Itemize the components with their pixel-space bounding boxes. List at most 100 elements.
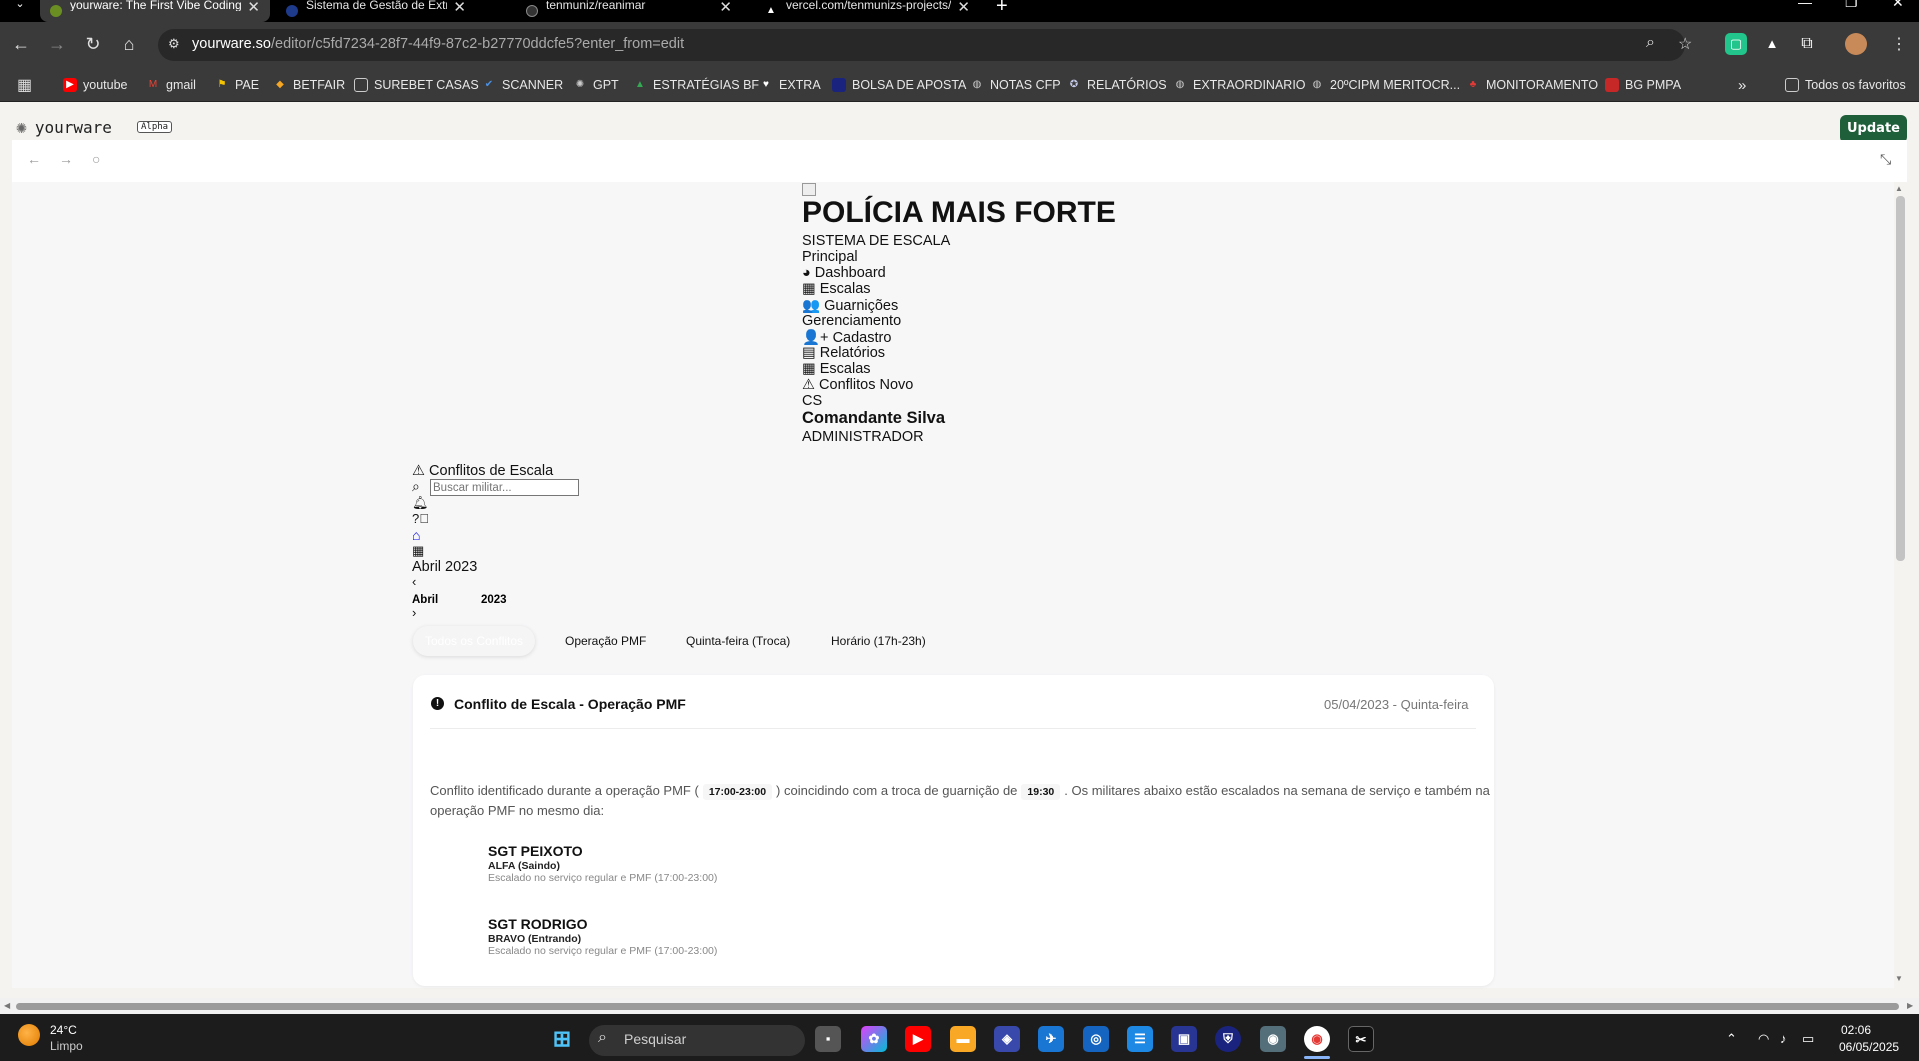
bookmark-extra[interactable]: ♥ EXTRA <box>759 74 821 96</box>
bookmark-estrategias[interactable]: ▲ ESTRATÉGIAS BF <box>633 74 759 96</box>
nav-cadastro[interactable]: 👤+ Cadastro <box>802 329 891 346</box>
weather-moon-icon[interactable] <box>18 1024 40 1046</box>
extension-triangle-icon[interactable]: ▲ <box>1761 33 1783 55</box>
battery-icon[interactable]: ▭ <box>1802 1031 1814 1047</box>
chrome-icon[interactable]: ◉ <box>1304 1026 1330 1052</box>
site-info-icon[interactable]: ⚙ <box>168 36 180 52</box>
close-window-icon[interactable]: ✕ <box>1892 0 1904 11</box>
year-select[interactable]: 2023 <box>481 594 507 606</box>
bookmark-relatorios[interactable]: ✪ RELATÓRIOS <box>1067 74 1167 96</box>
bookmark-scanner[interactable]: ✔ SCANNER <box>482 74 563 96</box>
scroll-up-icon[interactable]: ▲ <box>1895 184 1903 193</box>
wifi-icon[interactable]: ◠ <box>1758 1031 1769 1047</box>
app-notes-icon[interactable]: ☰ <box>1127 1026 1153 1052</box>
month-label: Abril 2023 <box>412 559 478 575</box>
new-tab-icon[interactable]: + <box>996 0 1008 18</box>
tab-github[interactable]: tenmuniz/reanimar ✕ <box>516 0 742 22</box>
nav-conflitos[interactable]: ⚠ Conflitos Novo <box>802 377 913 393</box>
nav-escalas-mgmt[interactable]: ▦ Escalas <box>802 361 871 377</box>
chevron-left-icon[interactable]: ‹ <box>412 574 416 589</box>
bookmark-bolsa[interactable]: BOLSA DE APOSTA <box>832 74 966 96</box>
show-hidden-icons-icon[interactable]: ⌃ <box>1726 1031 1737 1047</box>
scroll-down-icon[interactable]: ▼ <box>1895 974 1903 983</box>
close-tab-icon[interactable]: ✕ <box>247 0 260 16</box>
tab-vercel[interactable]: ▲ vercel.com/tenmunizs-projects/ ✕ <box>756 0 980 22</box>
profile-avatar[interactable] <box>1845 33 1867 55</box>
apps-grid-icon[interactable]: ▦ <box>17 74 32 96</box>
app-bird-icon[interactable]: ✈ <box>1038 1026 1064 1052</box>
bookmark-star-icon[interactable]: ☆ <box>1678 34 1692 54</box>
volume-icon[interactable]: ♪ <box>1780 1031 1787 1046</box>
app-shield-icon[interactable]: ⛨ <box>1215 1026 1241 1052</box>
bell-icon[interactable]: 🔔︎ <box>412 495 429 511</box>
nav-dashboard[interactable]: ◕ Dashboard <box>802 265 886 281</box>
more-bookmarks-icon[interactable]: » <box>1738 74 1746 96</box>
bookmark-gpt[interactable]: ✺ GPT <box>573 74 619 96</box>
scroll-right-icon[interactable]: ▶ <box>1907 1001 1913 1010</box>
close-tab-icon[interactable]: ✕ <box>453 0 466 16</box>
weather-temp[interactable]: 24°C <box>50 1023 77 1037</box>
app-map-icon[interactable]: ◉ <box>1260 1026 1286 1052</box>
weather-desc[interactable]: Limpo <box>50 1039 83 1053</box>
tab-sistema-gestao[interactable]: Sistema de Gestão de Extras | 2 ✕ <box>276 0 476 22</box>
home-icon[interactable]: ⌂ <box>116 31 142 57</box>
zoom-icon[interactable]: ⌕ <box>1646 34 1655 52</box>
tab-quinta-feira[interactable]: Quinta-feira (Troca) <box>674 626 802 656</box>
preview-back-icon[interactable]: ← <box>27 151 41 167</box>
close-tab-icon[interactable]: ✕ <box>957 0 970 16</box>
yourware-logo[interactable]: ✺ yourware <box>16 117 112 138</box>
tab-horario[interactable]: Horário (17h-23h) <box>819 626 938 656</box>
nav-relatorios[interactable]: ▤ Relatórios <box>802 345 885 361</box>
tab-search-chevron-icon[interactable]: ⌄ <box>8 0 32 14</box>
all-bookmarks[interactable]: Todos os favoritos <box>1785 74 1906 96</box>
fullscreen-icon[interactable]: ⤡ <box>1880 151 1891 168</box>
close-tab-icon[interactable]: ✕ <box>719 0 732 16</box>
bookmark-monitoramento[interactable]: ♣ MONITORAMENTO <box>1466 74 1598 96</box>
app-globe-icon[interactable]: ◎ <box>1083 1026 1109 1052</box>
tab-operacao-pmf[interactable]: Operação PMF <box>553 626 658 656</box>
search-input[interactable] <box>430 479 579 496</box>
tab-todos-conflitos[interactable]: Todos os Conflitos <box>413 626 536 656</box>
bookmark-surebet[interactable]: SUREBET CASAS <box>354 74 479 96</box>
preview-forward-icon[interactable]: → <box>59 151 73 167</box>
minimize-icon[interactable]: — <box>1798 0 1812 10</box>
app-terminal-icon[interactable]: ▣ <box>1171 1026 1197 1052</box>
file-explorer-icon[interactable]: ▬ <box>950 1026 976 1052</box>
url-text[interactable]: yourware.so/editor/c5fd7234-28f7-44f9-87… <box>192 36 684 52</box>
horizontal-scroll-thumb[interactable] <box>16 1003 1899 1010</box>
help-icon[interactable]: ?⃝ <box>412 511 429 526</box>
bookmark-betfair[interactable]: ◆ BETFAIR <box>273 74 345 96</box>
bookmark-cipm[interactable]: ◍ 20ºCIPM MERITOCR... <box>1310 74 1460 96</box>
preview-reload-icon[interactable]: ○ <box>92 151 100 167</box>
app-cube-icon[interactable]: ◈ <box>994 1026 1020 1052</box>
browser-menu-icon[interactable]: ⋮ <box>1891 34 1907 54</box>
maximize-icon[interactable]: ❐ <box>1845 0 1858 11</box>
bookmark-bgpmpa[interactable]: BG PMPA <box>1605 74 1681 96</box>
update-button[interactable]: Update <box>1840 115 1907 143</box>
youtube-app-icon[interactable]: ▶ <box>905 1026 931 1052</box>
extensions-puzzle-icon[interactable]: ⧉ <box>1796 33 1818 55</box>
nav-escalas[interactable]: ▦ Escalas <box>802 281 871 297</box>
app-capcut-icon[interactable]: ✂ <box>1348 1026 1374 1052</box>
bookmark-notas[interactable]: ◍ NOTAS CFP <box>970 74 1061 96</box>
forward-icon[interactable]: → <box>44 31 70 57</box>
clock-time[interactable]: 02:06 <box>1841 1023 1871 1037</box>
clock-date[interactable]: 06/05/2025 <box>1839 1040 1899 1054</box>
bookmark-extraordinario[interactable]: ◍ EXTRAORDINARIO <box>1173 74 1306 96</box>
windows-start-icon[interactable]: ⊞ <box>549 1026 575 1052</box>
tab-yourware[interactable]: yourware: The First Vibe Coding ✕ <box>40 0 270 22</box>
copilot-icon[interactable]: ✿ <box>861 1026 887 1052</box>
task-view-icon[interactable]: ▪ <box>815 1026 841 1052</box>
reload-icon[interactable]: ↻ <box>80 31 106 57</box>
vertical-scroll-thumb[interactable] <box>1896 196 1905 561</box>
bookmark-gmail[interactable]: Mgmail <box>146 74 196 96</box>
bookmark-pae[interactable]: ⚑ PAE <box>215 74 260 96</box>
extension-green-icon[interactable]: ▢ <box>1725 33 1747 55</box>
home-icon[interactable]: ⌂ <box>412 527 420 543</box>
nav-guarnicoes[interactable]: 👥 Guarnições <box>802 297 898 314</box>
bookmark-youtube[interactable]: ▶ youtube <box>63 74 127 96</box>
scroll-left-icon[interactable]: ◀ <box>4 1001 10 1010</box>
back-icon[interactable]: ← <box>8 31 34 57</box>
taskbar-search[interactable] <box>589 1025 805 1056</box>
chevron-right-icon[interactable]: › <box>412 605 416 620</box>
